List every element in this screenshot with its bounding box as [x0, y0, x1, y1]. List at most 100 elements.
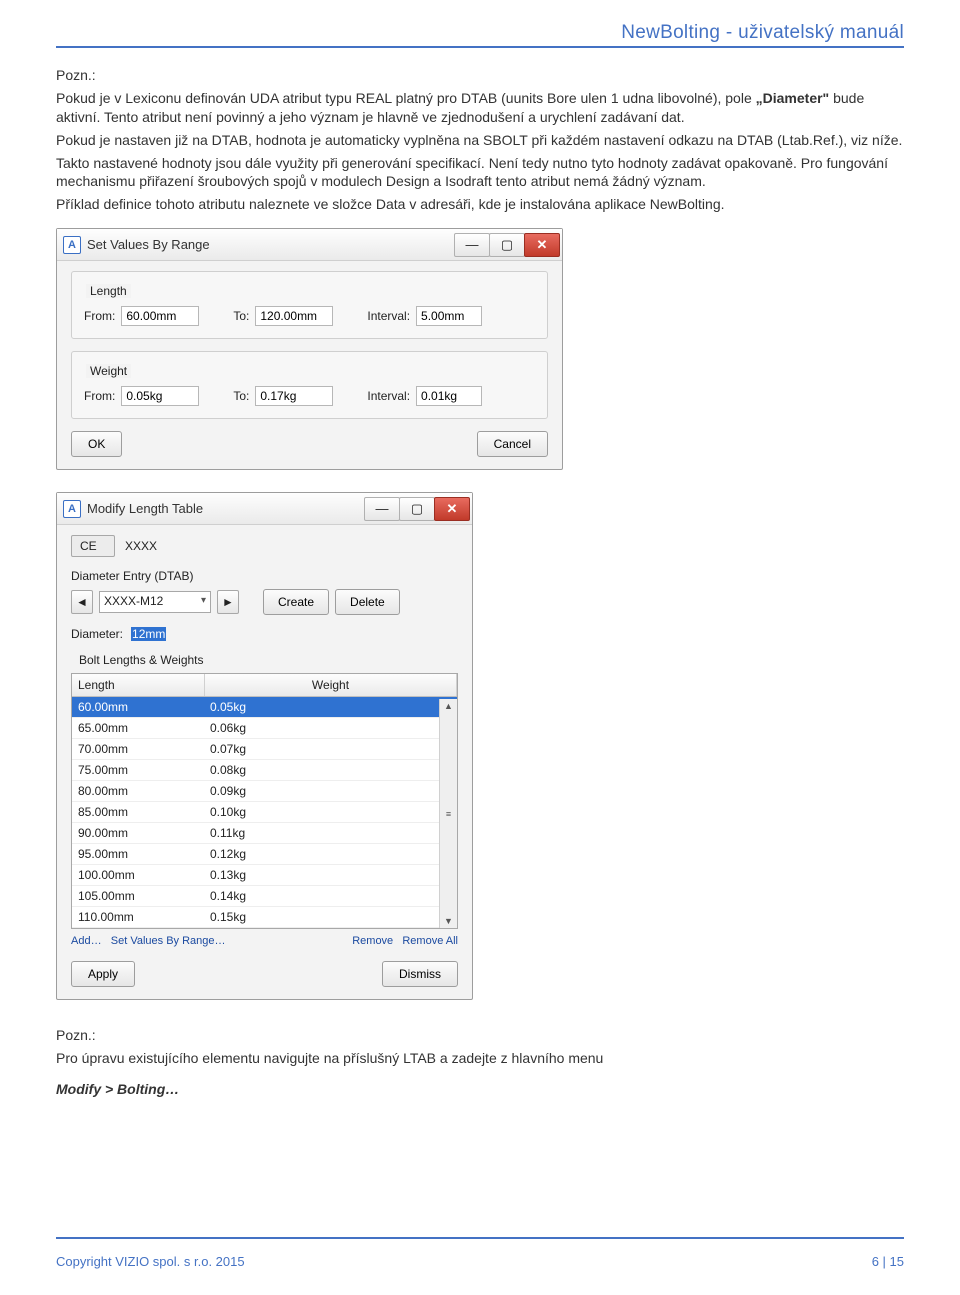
length-to-input[interactable]: [255, 306, 333, 326]
table-row[interactable]: 95.00mm0.12kg: [72, 844, 457, 865]
bolt-table[interactable]: Length Weight 60.00mm0.05kg65.00mm0.06kg…: [71, 673, 458, 929]
weight-from-label: From:: [84, 389, 115, 403]
table-row[interactable]: 65.00mm0.06kg: [72, 718, 457, 739]
cell-length: 65.00mm: [72, 718, 204, 738]
th-weight[interactable]: Weight: [205, 674, 457, 696]
pozn2-label: Pozn.:: [56, 1026, 904, 1045]
cell-weight: 0.13kg: [204, 865, 457, 885]
cell-weight: 0.05kg: [204, 697, 457, 717]
footer-rule: [56, 1237, 904, 1239]
dtab-label: Diameter Entry (DTAB): [71, 569, 458, 583]
table-row[interactable]: 90.00mm0.11kg: [72, 823, 457, 844]
set-values-link[interactable]: Set Values By Range…: [111, 935, 226, 947]
scroll-marker-icon: ≡: [446, 809, 451, 819]
add-link[interactable]: Add…: [71, 935, 102, 947]
dtab-select[interactable]: XXXX-M12: [99, 591, 211, 613]
cell-length: 90.00mm: [72, 823, 204, 843]
cell-weight: 0.08kg: [204, 760, 457, 780]
ce-button[interactable]: CE: [71, 535, 115, 557]
dismiss-button[interactable]: Dismiss: [382, 961, 458, 987]
remove-link[interactable]: Remove: [352, 935, 393, 947]
cell-weight: 0.07kg: [204, 739, 457, 759]
cell-weight: 0.06kg: [204, 718, 457, 738]
length-interval-input[interactable]: [416, 306, 482, 326]
weight-to-label: To:: [233, 389, 249, 403]
length-from-label: From:: [84, 309, 115, 323]
cell-weight: 0.15kg: [204, 907, 457, 927]
cell-length: 105.00mm: [72, 886, 204, 906]
paragraph-3: Takto nastavené hodnoty jsou dále využit…: [56, 154, 904, 192]
length-from-input[interactable]: [121, 306, 199, 326]
weight-interval-label: Interval:: [367, 389, 410, 403]
scroll-down-icon[interactable]: ▼: [444, 916, 453, 926]
pozn-label: Pozn.:: [56, 66, 904, 85]
footer-page: 6 | 15: [872, 1254, 904, 1269]
bolt-lengths-label: Bolt Lengths & Weights: [79, 653, 458, 667]
ce-value: XXXX: [125, 539, 157, 553]
weight-to-input[interactable]: [255, 386, 333, 406]
ok-button[interactable]: OK: [71, 431, 122, 457]
create-button[interactable]: Create: [263, 589, 329, 615]
cell-length: 60.00mm: [72, 697, 204, 717]
cell-length: 110.00mm: [72, 907, 204, 927]
cell-length: 75.00mm: [72, 760, 204, 780]
dialog-set-values-by-range: A Set Values By Range — ▢ ✕ Length From:…: [56, 228, 563, 470]
weight-from-input[interactable]: [121, 386, 199, 406]
table-row[interactable]: 75.00mm0.08kg: [72, 760, 457, 781]
table-row[interactable]: 60.00mm0.05kg: [72, 697, 457, 718]
paragraph-1: Pokud je v Lexiconu definován UDA atribu…: [56, 89, 904, 127]
p1-a: Pokud je v Lexiconu definován UDA atribu…: [56, 90, 756, 106]
dialog-title: Modify Length Table: [87, 501, 203, 516]
weight-interval-input[interactable]: [416, 386, 482, 406]
paragraph-2: Pokud je nastaven již na DTAB, hodnota j…: [56, 131, 904, 150]
pozn2-text: Pro úpravu existujícího elementu naviguj…: [56, 1049, 904, 1068]
minimize-button[interactable]: —: [364, 497, 400, 521]
cell-length: 85.00mm: [72, 802, 204, 822]
table-row[interactable]: 105.00mm0.14kg: [72, 886, 457, 907]
apply-button[interactable]: Apply: [71, 961, 135, 987]
paragraph-4: Příklad definice tohoto atributu nalezne…: [56, 195, 904, 214]
cell-length: 70.00mm: [72, 739, 204, 759]
prev-dtab-button[interactable]: ◄: [71, 590, 93, 614]
remove-all-link[interactable]: Remove All: [402, 935, 458, 947]
th-length[interactable]: Length: [72, 674, 205, 696]
dialog-modify-length-table: A Modify Length Table — ▢ ✕ CE XXXX Diam…: [56, 492, 473, 1000]
group-length-label: Length: [86, 284, 131, 298]
close-button[interactable]: ✕: [434, 497, 470, 521]
p1-bold: „Diameter": [756, 90, 830, 106]
maximize-button[interactable]: ▢: [399, 497, 435, 521]
app-icon: A: [63, 236, 81, 254]
table-row[interactable]: 85.00mm0.10kg: [72, 802, 457, 823]
maximize-button[interactable]: ▢: [489, 233, 525, 257]
cancel-button[interactable]: Cancel: [477, 431, 548, 457]
length-to-label: To:: [233, 309, 249, 323]
app-icon: A: [63, 500, 81, 518]
length-interval-label: Interval:: [367, 309, 410, 323]
cell-weight: 0.14kg: [204, 886, 457, 906]
cell-weight: 0.10kg: [204, 802, 457, 822]
modify-path: Modify > Bolting…: [56, 1081, 179, 1097]
table-row[interactable]: 110.00mm0.15kg: [72, 907, 457, 928]
minimize-button[interactable]: —: [454, 233, 490, 257]
cell-weight: 0.09kg: [204, 781, 457, 801]
scrollbar[interactable]: ▲ ≡ ▼: [439, 699, 457, 928]
footer-copyright: Copyright VIZIO spol. s r.o. 2015: [56, 1254, 245, 1269]
cell-length: 80.00mm: [72, 781, 204, 801]
scroll-up-icon[interactable]: ▲: [444, 701, 453, 711]
cell-length: 100.00mm: [72, 865, 204, 885]
cell-length: 95.00mm: [72, 844, 204, 864]
group-weight-label: Weight: [86, 364, 131, 378]
diameter-label: Diameter:: [71, 627, 123, 641]
diameter-input[interactable]: 12mm: [131, 627, 166, 641]
table-row[interactable]: 80.00mm0.09kg: [72, 781, 457, 802]
header-rule: [56, 46, 904, 48]
next-dtab-button[interactable]: ►: [217, 590, 239, 614]
delete-button[interactable]: Delete: [335, 589, 400, 615]
table-row[interactable]: 70.00mm0.07kg: [72, 739, 457, 760]
cell-weight: 0.12kg: [204, 844, 457, 864]
page-header-title: NewBolting - uživatelský manuál: [56, 22, 904, 44]
cell-weight: 0.11kg: [204, 823, 457, 843]
dialog-title: Set Values By Range: [87, 237, 210, 252]
table-row[interactable]: 100.00mm0.13kg: [72, 865, 457, 886]
close-button[interactable]: ✕: [524, 233, 560, 257]
